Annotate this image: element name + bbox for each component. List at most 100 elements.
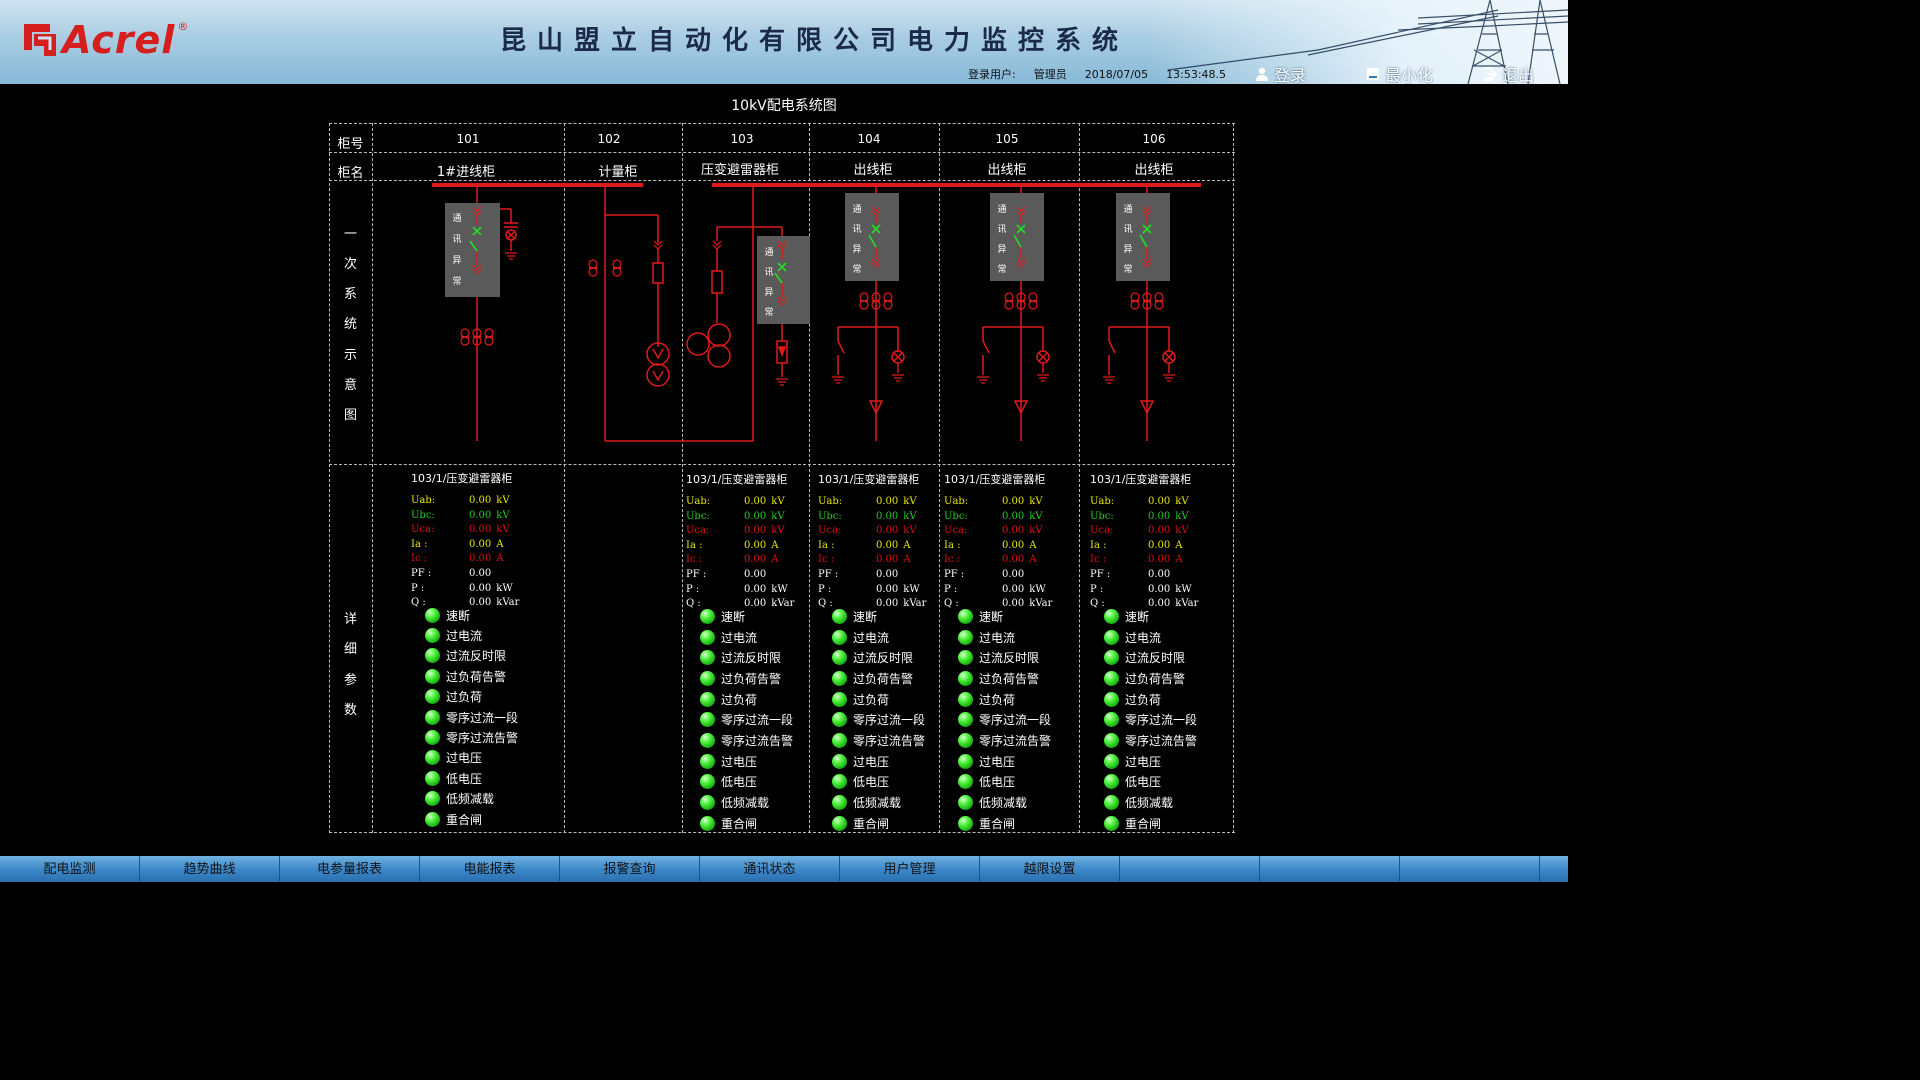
measurement-number: 0.00 (1002, 583, 1025, 595)
measurement-label: PF : (686, 568, 707, 580)
comm-status-char: 讯 (1123, 224, 1133, 235)
detail-caption: 103/1/压变避雷器柜 (686, 473, 788, 486)
protection-alarm-item: 过负荷告警 (1104, 668, 1197, 689)
measurement-number: 0.00 (1148, 525, 1171, 537)
exit-button-label: 退出 (1502, 66, 1535, 84)
measurement-number: 0.00 (876, 510, 899, 522)
protection-alarm-item: 过负荷 (832, 689, 925, 710)
measurement-row: P : 0.00 kW (686, 583, 788, 598)
login-button[interactable]: 登录 (1255, 62, 1306, 84)
protection-alarm-item: 零序过流告警 (958, 730, 1051, 751)
measurement-label: Ic : (686, 554, 703, 566)
measurement-number: 0.00 (1148, 554, 1171, 566)
measurement-row: P : 0.00 kW (818, 583, 920, 598)
alarm-label: 过电压 (721, 754, 758, 769)
measurement-unit: A (1029, 539, 1037, 551)
measurement-unit: kW (903, 583, 920, 595)
measurement-label: Uca: (686, 525, 710, 537)
measurement-value: 0.00 kV (876, 510, 917, 525)
measurement-label: Ubc: (818, 510, 842, 522)
alarm-label: 速断 (1125, 609, 1150, 624)
measurement-value: 0.00 (744, 568, 771, 583)
status-led-icon (700, 691, 715, 707)
nav-item-3[interactable]: 电参量报表 (280, 856, 420, 882)
detail-block: 103/1/压变避雷器柜 Uab: 0.00 kV Ubc: 0.00 kV Uca: 0.00… (686, 471, 794, 612)
nav-item-5[interactable]: 报警查询 (560, 856, 700, 882)
measurement-value: 0.00 (469, 567, 496, 582)
measurement-value: 0.00 kW (1148, 583, 1192, 598)
measurement-row: Uab: 0.00 kV (1090, 495, 1191, 510)
status-led-icon (958, 753, 973, 769)
status-led-icon (425, 668, 440, 684)
protection-alarm-item: 重合闸 (832, 813, 925, 834)
nav-item-7[interactable]: 用户管理 (840, 856, 980, 882)
measurement-label: PF : (818, 568, 839, 580)
measurement-row: Ic : 0.00 A (1090, 553, 1191, 568)
comm-status-char: 常 (852, 264, 862, 275)
nav-item-4[interactable]: 电能报表 (420, 856, 560, 882)
app-header: Acrel ® 昆山盟立自动化有限公司电力监控系统 登录用户: 管理员 2018/0… (0, 0, 1568, 84)
protection-alarm-item: 低电压 (700, 772, 793, 793)
status-led-icon (832, 691, 847, 707)
measurement-unit: kV (1175, 525, 1189, 537)
measurement-unit: kV (903, 496, 917, 507)
detail-block: 103/1/压变避雷器柜 Uab: 0.00 kV Ubc: 0.00 kV Uca: 0.00… (411, 470, 519, 611)
comm-status-char: 常 (997, 264, 1007, 275)
measurement-row: Ic : 0.00 A (818, 553, 919, 568)
measurement-number: 0.00 (1148, 496, 1171, 507)
measurement-label: Uab: (411, 495, 436, 506)
measurement-value: 0.00 kV (1002, 495, 1043, 510)
comm-status-char: 通 (852, 204, 862, 215)
measurement-label: Uab: (1090, 496, 1115, 507)
nav-item-2[interactable]: 趋势曲线 (140, 856, 280, 882)
protection-alarm-item: 过电压 (425, 748, 518, 768)
measurement-unit: kV (1029, 525, 1043, 537)
protection-alarm-item: 过电压 (1104, 751, 1197, 772)
measurement-row: Ia : 0.00 A (944, 539, 1045, 554)
measurement-value: 0.00 A (1148, 539, 1183, 554)
status-led-icon (958, 670, 973, 686)
protection-alarm-item: 低频减载 (958, 792, 1051, 813)
measurement-list: Uab: 0.00 kV Ubc: 0.00 kV Uca: 0.00 kV Ia :0.00 A I… (1090, 495, 1198, 612)
protection-alarm-list: 速断 过电流 过流反时限 过负荷告警 过负荷 零序过流一段 零序过流告警 过电压 低电压 低频减载… (958, 606, 1051, 834)
measurement-row: Ubc: 0.00 kV (944, 510, 1045, 525)
measurement-value: 0.00 kV (744, 524, 785, 539)
nav-item-1[interactable]: 配电监测 (0, 856, 140, 882)
exit-button[interactable]: 退出 (1483, 62, 1534, 84)
alarm-label: 过电流 (721, 630, 758, 645)
alarm-label: 过负荷 (853, 692, 890, 707)
protection-alarm-item: 过流反时限 (958, 647, 1051, 668)
alarm-label: 过流反时限 (721, 651, 782, 666)
minimize-button[interactable]: 最小化 (1366, 62, 1433, 84)
alarm-label: 速断 (979, 609, 1004, 624)
measurement-value: 0.00 kW (876, 583, 920, 598)
alarm-label: 过电压 (1125, 754, 1162, 769)
comm-status-char: 常 (1123, 264, 1133, 275)
alarm-label: 过流反时限 (979, 651, 1040, 666)
measurement-number: 0.00 (1148, 539, 1171, 551)
measurement-label: Uca: (411, 524, 435, 536)
measurement-value: 0.00 kV (744, 495, 785, 510)
protection-alarm-item: 过负荷告警 (832, 668, 925, 689)
status-led-icon (832, 753, 847, 769)
comm-status-char: 异 (852, 244, 862, 255)
measurement-label: P : (411, 582, 425, 594)
protection-alarm-item: 低频减载 (700, 792, 793, 813)
alarm-label: 低电压 (1125, 775, 1162, 790)
protection-alarm-list: 速断 过电流 过流反时限 过负荷告警 过负荷 零序过流一段 零序过流告警 过电压 低电压 低频减载… (425, 605, 518, 829)
alarm-label: 重合闸 (1125, 816, 1162, 831)
nav-item-6[interactable]: 通讯状态 (700, 856, 840, 882)
comm-status-char: 讯 (852, 224, 862, 235)
status-led-icon (832, 608, 847, 624)
measurement-number: 0.00 (1002, 510, 1025, 522)
measurement-row: Ia : 0.00 A (1090, 539, 1191, 554)
measurement-label: Ia : (818, 539, 835, 551)
login-button-label: 登录 (1274, 66, 1307, 84)
protection-alarm-item: 过电流 (1104, 627, 1197, 648)
protection-alarm-item: 低电压 (1104, 772, 1197, 793)
nav-item-8[interactable]: 越限设置 (980, 856, 1120, 882)
measurement-number: 0.00 (744, 554, 767, 566)
bottom-nav: 配电监测 趋势曲线 电参量报表 电能报表 报警查询 通讯状态 用户管理 越限设置 (0, 856, 1568, 882)
measurement-row: P : 0.00 kW (411, 582, 513, 597)
status-led-icon (700, 815, 715, 831)
